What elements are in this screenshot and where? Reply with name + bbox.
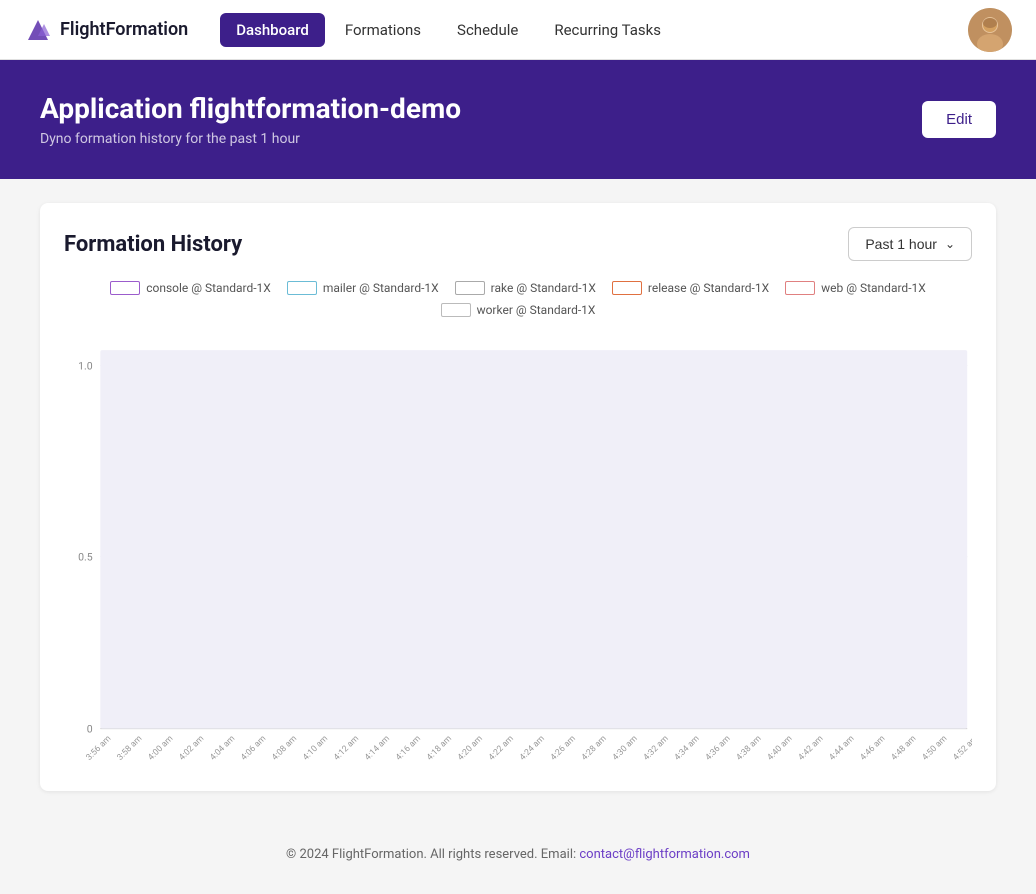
- legend-item-3: release @ Standard-1X: [612, 281, 769, 295]
- nav-link-formations[interactable]: Formations: [329, 13, 437, 47]
- avatar[interactable]: [968, 8, 1012, 52]
- svg-text:4:30 am: 4:30 am: [611, 734, 640, 763]
- svg-text:4:08 am: 4:08 am: [270, 734, 299, 763]
- legend-item-4: web @ Standard-1X: [785, 281, 926, 295]
- navbar: FlightFormation Dashboard Formations Sch…: [0, 0, 1036, 60]
- svg-text:4:42 am: 4:42 am: [797, 734, 826, 763]
- svg-text:4:20 am: 4:20 am: [456, 734, 485, 763]
- chart-area: 1.0 0.5 0 3:56 am3:58 am4:00 am4:02 am4:…: [64, 333, 972, 767]
- svg-text:4:24 am: 4:24 am: [518, 734, 547, 763]
- svg-text:4:10 am: 4:10 am: [301, 734, 330, 763]
- chart-card: Formation History Past 1 hour ⌄ console …: [40, 203, 996, 791]
- svg-text:3:56 am: 3:56 am: [84, 734, 113, 763]
- svg-text:3:58 am: 3:58 am: [115, 734, 144, 763]
- svg-text:0.5: 0.5: [78, 550, 93, 563]
- hero-subtitle: Dyno formation history for the past 1 ho…: [40, 131, 461, 147]
- legend-label-4: web @ Standard-1X: [821, 281, 926, 295]
- legend-item-0: console @ Standard-1X: [110, 281, 271, 295]
- footer-email-link[interactable]: contact@flightformation.com: [579, 847, 750, 862]
- nav-links: Dashboard Formations Schedule Recurring …: [220, 13, 968, 47]
- legend-swatch-2: [455, 281, 485, 295]
- svg-text:1.0: 1.0: [78, 359, 93, 372]
- svg-text:4:34 am: 4:34 am: [673, 734, 702, 763]
- svg-text:4:46 am: 4:46 am: [858, 734, 887, 763]
- svg-text:4:26 am: 4:26 am: [549, 734, 578, 763]
- svg-text:4:28 am: 4:28 am: [580, 734, 609, 763]
- legend-swatch-0: [110, 281, 140, 295]
- legend-label-0: console @ Standard-1X: [146, 281, 271, 295]
- hero-title: Application flightformation-demo: [40, 92, 461, 125]
- nav-link-recurring-tasks[interactable]: Recurring Tasks: [538, 13, 677, 47]
- svg-text:4:16 am: 4:16 am: [394, 734, 423, 763]
- main-content: Formation History Past 1 hour ⌄ console …: [0, 179, 1036, 815]
- logo-icon: [24, 16, 52, 44]
- svg-text:0: 0: [87, 722, 93, 735]
- legend-label-5: worker @ Standard-1X: [477, 303, 596, 317]
- svg-text:4:32 am: 4:32 am: [642, 734, 671, 763]
- formation-history-chart: 1.0 0.5 0 3:56 am3:58 am4:00 am4:02 am4:…: [64, 333, 972, 763]
- svg-text:4:48 am: 4:48 am: [889, 734, 918, 763]
- chart-header: Formation History Past 1 hour ⌄: [64, 227, 972, 261]
- footer-text: © 2024 FlightFormation. All rights reser…: [286, 847, 579, 862]
- svg-text:4:50 am: 4:50 am: [920, 734, 949, 763]
- time-filter-button[interactable]: Past 1 hour ⌄: [848, 227, 972, 261]
- svg-text:4:04 am: 4:04 am: [208, 734, 237, 763]
- time-filter-label: Past 1 hour: [865, 236, 937, 252]
- legend-item-1: mailer @ Standard-1X: [287, 281, 439, 295]
- legend-label-3: release @ Standard-1X: [648, 281, 769, 295]
- svg-text:4:06 am: 4:06 am: [239, 734, 268, 763]
- edit-button[interactable]: Edit: [922, 101, 996, 138]
- svg-text:4:14 am: 4:14 am: [363, 734, 392, 763]
- svg-text:4:22 am: 4:22 am: [487, 734, 516, 763]
- chart-legend: console @ Standard-1X mailer @ Standard-…: [64, 281, 972, 317]
- svg-text:4:52 am: 4:52 am: [951, 734, 972, 763]
- chevron-down-icon: ⌄: [945, 237, 955, 251]
- legend-item-5: worker @ Standard-1X: [441, 303, 596, 317]
- logo-text: FlightFormation: [60, 19, 188, 40]
- svg-text:4:00 am: 4:00 am: [146, 734, 175, 763]
- footer: © 2024 FlightFormation. All rights reser…: [0, 815, 1036, 894]
- avatar-image: [968, 8, 1012, 52]
- legend-swatch-1: [287, 281, 317, 295]
- legend-swatch-4: [785, 281, 815, 295]
- legend-label-2: rake @ Standard-1X: [491, 281, 596, 295]
- svg-text:4:40 am: 4:40 am: [766, 734, 795, 763]
- logo[interactable]: FlightFormation: [24, 16, 188, 44]
- legend-label-1: mailer @ Standard-1X: [323, 281, 439, 295]
- legend-item-2: rake @ Standard-1X: [455, 281, 596, 295]
- svg-text:4:18 am: 4:18 am: [425, 734, 454, 763]
- legend-swatch-5: [441, 303, 471, 317]
- svg-text:4:44 am: 4:44 am: [827, 734, 856, 763]
- legend-swatch-3: [612, 281, 642, 295]
- svg-text:4:02 am: 4:02 am: [177, 734, 206, 763]
- svg-text:4:12 am: 4:12 am: [332, 734, 361, 763]
- nav-link-dashboard[interactable]: Dashboard: [220, 13, 325, 47]
- nav-link-schedule[interactable]: Schedule: [441, 13, 534, 47]
- hero-text: Application flightformation-demo Dyno fo…: [40, 92, 461, 147]
- hero-section: Application flightformation-demo Dyno fo…: [0, 60, 1036, 179]
- svg-text:4:36 am: 4:36 am: [704, 734, 733, 763]
- svg-text:4:38 am: 4:38 am: [735, 734, 764, 763]
- chart-title: Formation History: [64, 232, 242, 257]
